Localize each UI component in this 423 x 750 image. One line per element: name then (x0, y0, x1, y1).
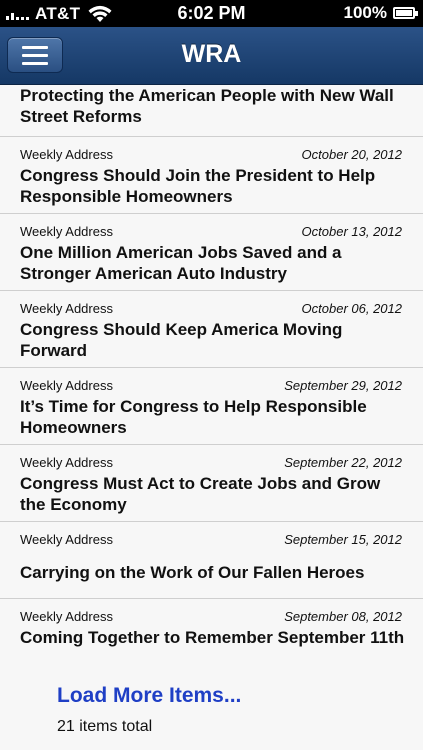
list-item-date: September 29, 2012 (284, 378, 402, 393)
list-item[interactable]: Weekly Address October 06, 2012 Congress… (0, 291, 423, 368)
list-item-category: Weekly Address (20, 147, 113, 162)
list-item-date: October 13, 2012 (301, 224, 402, 239)
phone-screen: AT&T 6:02 PM 100% WRA Protecting the Ame… (0, 0, 423, 750)
list-item-category: Weekly Address (20, 532, 113, 547)
list-item-date: September 15, 2012 (284, 532, 402, 547)
list-item-title: Coming Together to Remember September 11… (20, 628, 405, 647)
list-item-date: October 06, 2012 (301, 301, 402, 316)
list-item-title: One Million American Jobs Saved and a St… (20, 243, 342, 283)
load-more-button[interactable]: Load More Items... (57, 684, 241, 708)
list-item-date: October 20, 2012 (301, 147, 402, 162)
list-item-title: It’s Time for Congress to Help Responsib… (20, 397, 367, 437)
list-item-title: Congress Must Act to Create Jobs and Gro… (20, 474, 381, 514)
items-total-label: 21 items total (57, 718, 153, 735)
list-item-category: Weekly Address (20, 301, 113, 316)
status-right: 100% (343, 3, 418, 23)
status-bar: AT&T 6:02 PM 100% (0, 0, 423, 27)
list-item-title: Congress Should Join the President to He… (20, 166, 376, 206)
list-item[interactable]: Weekly Address September 22, 2012 Congre… (0, 445, 423, 522)
list-item[interactable]: Weekly Address October 20, 2012 Congress… (0, 137, 423, 214)
list-item-date: September 08, 2012 (284, 609, 402, 624)
list-item-partial[interactable]: Protecting the American People with New … (0, 85, 423, 137)
list-item[interactable]: Weekly Address September 08, 2012 Coming… (0, 599, 423, 676)
list-item[interactable]: Weekly Address September 29, 2012 It’s T… (0, 368, 423, 445)
battery-icon (393, 7, 418, 19)
load-more-row[interactable]: Load More Items... 21 items total (0, 672, 423, 750)
list-item-title: Carrying on the Work of Our Fallen Heroe… (20, 563, 365, 582)
navigation-bar: WRA (0, 27, 423, 85)
list-item-title: Protecting the American People with New … (20, 86, 394, 126)
list-item[interactable]: Weekly Address September 15, 2012 Carryi… (0, 522, 423, 599)
list-item-category: Weekly Address (20, 609, 113, 624)
address-list: Protecting the American People with New … (0, 85, 423, 676)
list-item-category: Weekly Address (20, 224, 113, 239)
list-item-category: Weekly Address (20, 455, 113, 470)
list-item-title: Congress Should Keep America Moving Forw… (20, 320, 343, 360)
list-item-date: September 22, 2012 (284, 455, 402, 470)
nav-title: WRA (181, 40, 242, 68)
list-item-category: Weekly Address (20, 378, 113, 393)
list-item[interactable]: Weekly Address October 13, 2012 One Mill… (0, 214, 423, 291)
battery-percentage: 100% (343, 3, 387, 22)
